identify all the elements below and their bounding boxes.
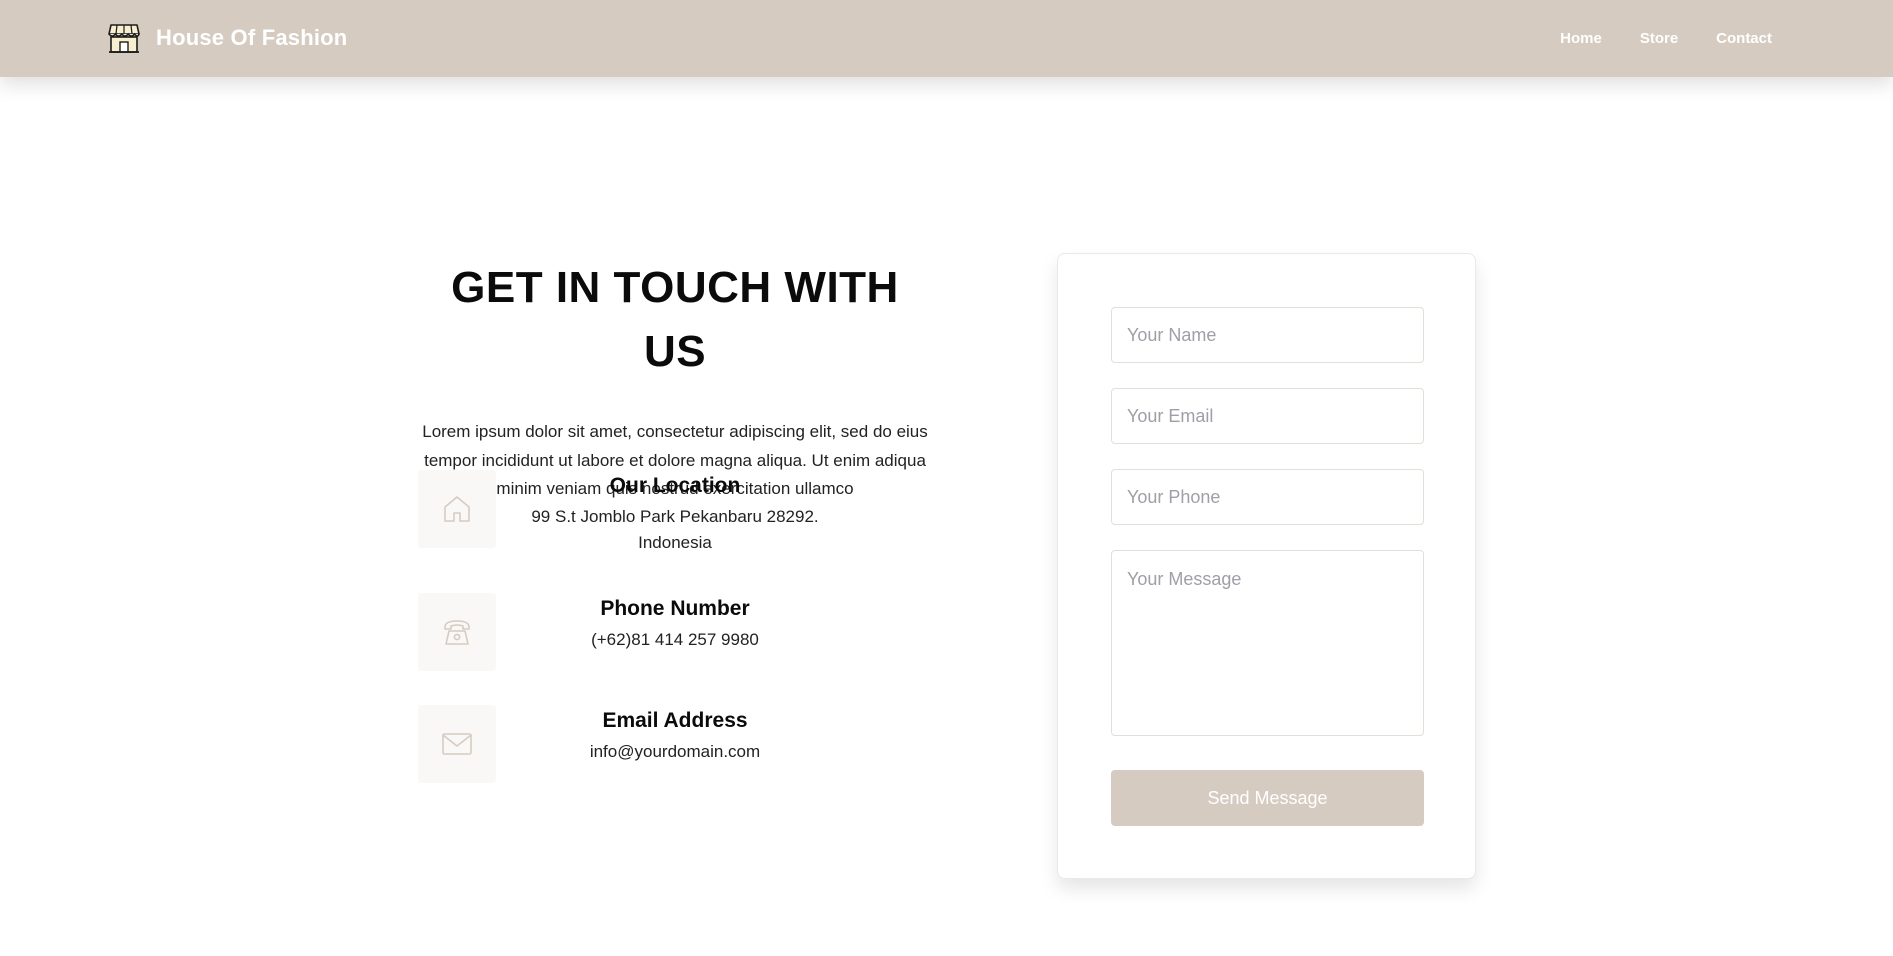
store-icon: [106, 20, 142, 56]
phone-value: (+62)81 414 257 9980: [591, 630, 759, 649]
name-input[interactable]: [1111, 307, 1424, 363]
email-title: Email Address: [602, 709, 748, 732]
message-textarea[interactable]: [1111, 550, 1424, 736]
send-message-button[interactable]: Send Message: [1111, 770, 1424, 826]
nav-home-link[interactable]: Home: [1556, 24, 1606, 53]
email-input[interactable]: [1111, 388, 1424, 444]
location-value: 99 S.t Jomblo Park Pekanbaru 28292. Indo…: [418, 504, 932, 556]
brand[interactable]: House Of Fashion: [106, 18, 347, 58]
page-title: GET IN TOUCH WITH US: [451, 263, 899, 376]
contact-form: Send Message: [1057, 253, 1476, 879]
email-value: info@yourdomain.com: [589, 742, 761, 761]
location-title: Our Location: [609, 474, 741, 497]
brand-title: House Of Fashion: [156, 25, 348, 50]
phone-info: Phone Number (+62)81 414 257 9980: [418, 593, 932, 673]
phone-input[interactable]: [1111, 469, 1424, 525]
contact-intro: GET IN TOUCH WITH US Lorem ipsum dolor s…: [418, 256, 932, 504]
location-info: Our Location 99 S.t Jomblo Park Pekanbar…: [418, 470, 932, 552]
phone-title: Phone Number: [600, 597, 750, 620]
nav-store-link[interactable]: Store: [1636, 24, 1682, 53]
nav-contact-link[interactable]: Contact: [1712, 24, 1776, 53]
email-info: Email Address info@yourdomain.com: [418, 705, 932, 785]
location-address: 99 S.t Jomblo Park Pekanbaru 28292. Indo…: [531, 507, 819, 552]
main-nav: Home Store Contact: [1556, 0, 1776, 77]
top-navbar: House Of Fashion Home Store Contact: [0, 0, 1893, 77]
